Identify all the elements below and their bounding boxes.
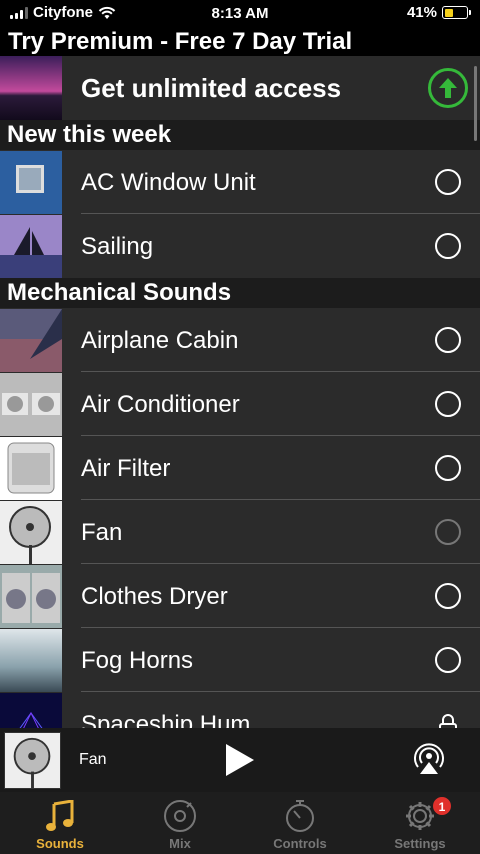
- battery-percent: 41%: [406, 4, 437, 21]
- now-playing-thumbnail: [4, 731, 61, 789]
- sunset-thumbnail: [0, 56, 62, 120]
- fan-thumbnail: [0, 500, 62, 564]
- fog-horns-thumbnail: [0, 628, 62, 692]
- battery-icon: [442, 6, 471, 19]
- select-radio[interactable]: [435, 233, 461, 259]
- sound-list[interactable]: Try Premium - Free 7 Day Trial Get unlim…: [0, 28, 480, 728]
- list-item[interactable]: Fog Horns: [0, 628, 480, 692]
- tab-settings[interactable]: 1 Settings: [360, 792, 480, 854]
- select-radio[interactable]: [435, 647, 461, 673]
- tab-label: Mix: [169, 836, 191, 851]
- vinyl-icon: [164, 800, 196, 832]
- status-bar: Cityfone 8:13 AM 41%: [0, 0, 480, 28]
- airplane-thumbnail: [0, 308, 62, 372]
- play-icon[interactable]: [224, 742, 256, 778]
- select-radio[interactable]: [435, 583, 461, 609]
- tab-sounds[interactable]: Sounds: [0, 792, 120, 854]
- premium-row[interactable]: Get unlimited access: [0, 56, 480, 120]
- airplay-icon[interactable]: [412, 742, 446, 776]
- trial-title[interactable]: Try Premium - Free 7 Day Trial: [0, 28, 480, 56]
- scrollbar[interactable]: [474, 66, 477, 141]
- list-item[interactable]: Airplane Cabin: [0, 308, 480, 372]
- list-item[interactable]: Sailing: [0, 214, 480, 278]
- list-item-label: Air Conditioner: [81, 373, 480, 436]
- list-item-label: Spaceship Hum: [81, 710, 251, 729]
- list-item-label: Airplane Cabin: [81, 309, 480, 372]
- list-item-label: AC Window Unit: [81, 151, 480, 214]
- list-item[interactable]: AC Window Unit: [0, 150, 480, 214]
- lock-icon[interactable]: [438, 714, 458, 728]
- list-item-label: Clothes Dryer: [81, 565, 480, 628]
- select-radio[interactable]: [435, 391, 461, 417]
- tab-label: Controls: [273, 836, 327, 851]
- upgrade-button[interactable]: [428, 68, 468, 108]
- sailing-thumbnail: [0, 214, 62, 278]
- air-conditioner-thumbnail: [0, 372, 62, 436]
- select-radio[interactable]: [435, 327, 461, 353]
- notification-badge: 1: [432, 796, 452, 816]
- list-item-label: Sailing: [81, 232, 154, 260]
- list-item-label: Fog Horns: [81, 629, 480, 692]
- select-radio[interactable]: [435, 455, 461, 481]
- tab-bar: Sounds Mix Controls 1 Settings: [0, 792, 480, 854]
- list-item-label: Air Filter: [81, 437, 480, 500]
- list-item[interactable]: Air Filter: [0, 436, 480, 500]
- section-new-list: AC Window Unit Sailing: [0, 150, 480, 278]
- section-header-mechanical: Mechanical Sounds: [0, 278, 480, 308]
- music-note-icon: [46, 800, 74, 831]
- premium-label: Get unlimited access: [81, 72, 342, 103]
- clothes-dryer-thumbnail: [0, 564, 62, 628]
- upload-arrow-icon: [439, 78, 457, 98]
- select-radio[interactable]: [435, 169, 461, 195]
- now-playing-bar[interactable]: Fan: [0, 728, 480, 792]
- tab-controls[interactable]: Controls: [240, 792, 360, 854]
- tab-label: Settings: [394, 836, 446, 851]
- tab-label: Sounds: [36, 836, 84, 851]
- section-mechanical-list: Airplane Cabin Air Conditioner Air Filte…: [0, 308, 480, 728]
- select-radio[interactable]: [435, 519, 461, 545]
- tab-mix[interactable]: Mix: [120, 792, 240, 854]
- air-filter-thumbnail: [0, 436, 62, 500]
- spaceship-thumbnail: [0, 692, 62, 728]
- ac-window-thumbnail: [0, 150, 62, 214]
- status-right: 41%: [406, 4, 471, 21]
- list-item[interactable]: Air Conditioner: [0, 372, 480, 436]
- list-item[interactable]: Spaceship Hum: [0, 692, 480, 728]
- timer-icon: [286, 800, 314, 832]
- list-item[interactable]: Fan: [0, 500, 480, 564]
- list-item[interactable]: Clothes Dryer: [0, 564, 480, 628]
- now-playing-title: Fan: [79, 751, 107, 768]
- list-item-label: Fan: [81, 501, 480, 564]
- section-header-new: New this week: [0, 120, 480, 150]
